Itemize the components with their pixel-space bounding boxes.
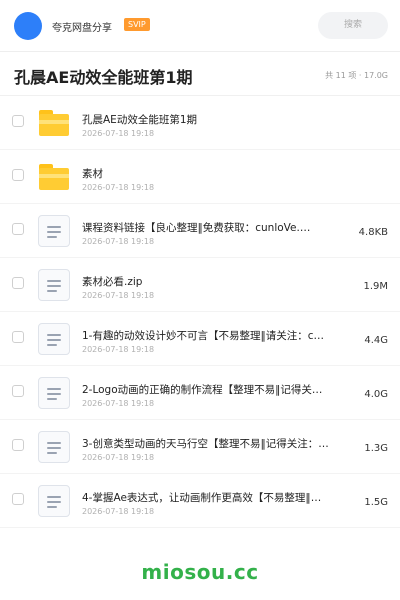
- row-checkbox[interactable]: [12, 385, 24, 397]
- avatar[interactable]: [14, 12, 42, 40]
- file-date: 2026-07-18 19:18: [82, 507, 155, 516]
- file-date: 2026-07-18 19:18: [82, 291, 155, 300]
- file-date: 2026-07-18 19:18: [82, 453, 155, 462]
- row-checkbox[interactable]: [12, 331, 24, 343]
- watermark: miosou.cc: [141, 560, 259, 584]
- file-date: 2026-07-18 19:18: [82, 237, 155, 246]
- file-row[interactable]: 素材必看.zip 2026-07-18 19:18 1.9M: [0, 258, 400, 312]
- file-size: 4.8KB: [358, 227, 388, 238]
- file-date: 2026-07-18 19:18: [82, 345, 155, 354]
- file-icon: [38, 431, 70, 463]
- row-checkbox[interactable]: [12, 223, 24, 235]
- file-row[interactable]: 4-掌握Ae表达式，让动画制作更高效【不易整理‖请… 2026-07-18 19:…: [0, 474, 400, 528]
- row-checkbox[interactable]: [12, 493, 24, 505]
- row-checkbox[interactable]: [12, 169, 24, 181]
- file-row[interactable]: 课程资料链接【良心整理‖免费获取：cunloVe.… 2026-07-18 19:…: [0, 204, 400, 258]
- folder-icon: [38, 107, 70, 139]
- file-name: 4-掌握Ae表达式，让动画制作更高效【不易整理‖请…: [82, 492, 330, 504]
- file-date: 2026-07-18 19:18: [82, 129, 155, 138]
- file-name: 1-有趣的动效设计妙不可言【不易整理‖请关注：cu…: [82, 330, 330, 342]
- username: 夸克网盘分享: [52, 23, 112, 34]
- file-date: 2026-07-18 19:18: [82, 183, 155, 192]
- file-icon: [38, 485, 70, 517]
- top-bar: 夸克网盘分享 SVIP 搜索: [0, 0, 400, 52]
- file-size: 1.9M: [363, 281, 388, 292]
- row-checkbox[interactable]: [12, 439, 24, 451]
- row-checkbox[interactable]: [12, 115, 24, 127]
- file-row[interactable]: 素材 2026-07-18 19:18: [0, 150, 400, 204]
- row-checkbox[interactable]: [12, 277, 24, 289]
- file-date: 2026-07-18 19:18: [82, 399, 155, 408]
- file-name: 课程资料链接【良心整理‖免费获取：cunloVe.…: [82, 222, 311, 234]
- file-name: 孔晨AE动效全能班第1期: [82, 114, 197, 126]
- file-icon: [38, 377, 70, 409]
- file-row[interactable]: 孔晨AE动效全能班第1期 2026-07-18 19:18: [0, 96, 400, 150]
- file-name: 素材必看.zip: [82, 276, 143, 288]
- file-icon: [38, 269, 70, 301]
- file-size: 1.3G: [364, 443, 388, 454]
- file-row[interactable]: 1-有趣的动效设计妙不可言【不易整理‖请关注：cu… 2026-07-18 19:…: [0, 312, 400, 366]
- file-list: 孔晨AE动效全能班第1期 2026-07-18 19:18 素材 2026-07-18…: [0, 96, 400, 528]
- file-row[interactable]: 3-创意类型动画的天马行空【整理不易‖记得关注：c… 2026-07-18 19:…: [0, 420, 400, 474]
- search-input[interactable]: 搜索: [318, 12, 388, 39]
- file-name: 素材: [82, 168, 103, 180]
- file-name: 2-Logo动画的正确的制作流程【整理不易‖记得关…: [82, 384, 323, 396]
- item-count: 共 11 项 · 17.0G: [325, 71, 388, 80]
- file-size: 4.4G: [364, 335, 388, 346]
- file-icon: [38, 215, 70, 247]
- svip-badge: SVIP: [124, 18, 150, 31]
- folder-icon: [38, 161, 70, 193]
- file-size: 1.5G: [364, 497, 388, 508]
- page-title: 孔晨AE动效全能班第1期: [14, 68, 193, 87]
- file-row[interactable]: 2-Logo动画的正确的制作流程【整理不易‖记得关… 2026-07-18 19:…: [0, 366, 400, 420]
- file-icon: [38, 323, 70, 355]
- file-size: 4.0G: [364, 389, 388, 400]
- file-name: 3-创意类型动画的天马行空【整理不易‖记得关注：c…: [82, 438, 330, 450]
